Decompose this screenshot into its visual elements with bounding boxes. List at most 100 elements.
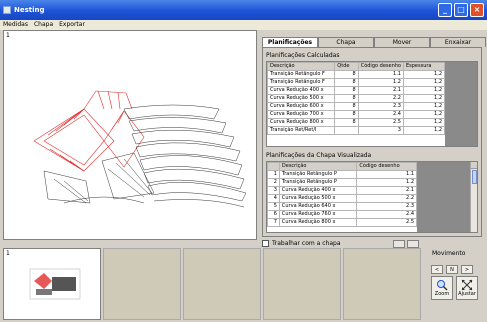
table-row[interactable]: 5 Curva Redução 640 x 2.3 [267,202,417,211]
move-right-button[interactable]: > [461,265,473,274]
cell: 1,2 [402,94,446,103]
table-row[interactable]: Transição Retângulo F 8 1.2 1,2 [267,78,446,87]
planificacoes-panel: Planificações Calculadas Descrição Qtde … [262,47,482,237]
sheet-thumbnail-1[interactable]: 1 [3,248,101,320]
col-descricao[interactable]: Descrição [267,62,336,71]
cell: 8 [334,78,359,87]
menu-bar: Medidas Chapa Exportar [0,20,487,30]
cell: 2.5 [356,218,417,227]
fit-arrows-icon [461,279,473,291]
zoom-button[interactable]: Zoom [431,276,453,300]
next-sheet-button[interactable] [407,240,419,248]
col-descricao[interactable]: Descrição [278,162,358,171]
cell: 1.1 [357,70,404,79]
cell: Curva Redução 500 x [267,94,336,103]
sheet-thumbnail-empty[interactable] [343,248,421,320]
menu-medidas[interactable]: Medidas [3,20,28,30]
cell: 1,2 [402,78,446,87]
move-center-button[interactable]: N [446,265,458,274]
maximize-button[interactable]: □ [454,3,468,17]
close-button[interactable]: × [470,3,484,17]
nested-parts-drawing [33,90,247,208]
chapa-table[interactable]: Descrição Código desenho 1 Transição Retâ… [266,161,478,233]
chapa-scrollbar[interactable] [470,162,477,232]
sheet-thumbnail-empty[interactable] [263,248,341,320]
cell: 1,2 [402,110,446,119]
tab-mover[interactable]: Mover [374,37,430,47]
cell: 2.3 [356,202,417,211]
cell: Curva Redução 640 x [278,202,358,211]
sheet-thumbnails: 1 [3,248,423,320]
cell: Transição Retângulo P [278,170,358,179]
trabalhar-chapa-checkbox[interactable] [262,240,269,247]
menu-exportar[interactable]: Exportar [59,20,85,30]
table-row[interactable]: 3 Curva Redução 400 x 2.1 [267,186,417,195]
table-row[interactable]: 1 Transição Retângulo P 1.1 [267,170,417,179]
cell: 8 [334,94,359,103]
chapa-grid: Descrição Código desenho 1 Transição Retâ… [267,162,417,227]
scroll-up-arrow[interactable] [471,162,477,169]
ajustar-button[interactable]: Ajustar [456,276,478,300]
table-row[interactable]: 6 Curva Redução 760 x 2.4 [267,210,417,219]
cell: Curva Redução 500 x [278,194,358,203]
col-codigo[interactable]: Código desenho [356,162,417,171]
cell: 8 [334,86,359,95]
cell: 8 [334,70,359,79]
cell: 2.5 [357,118,404,127]
table-row[interactable]: Curva Redução 500 x 8 2.2 1,2 [267,94,446,103]
move-left-button[interactable]: < [431,265,443,274]
table-row[interactable]: Curva Redução 600 x 8 2.3 1,2 [267,102,446,111]
cell: 3 [267,186,280,195]
table-row[interactable]: Transição Retângulo F 8 1.1 1,2 [267,70,446,79]
cell: 1,2 [402,102,446,111]
menu-chapa[interactable]: Chapa [34,20,53,30]
window-title: Nesting [14,6,45,14]
col-codigo[interactable]: Código desenho [357,62,404,71]
cell: 5 [267,202,280,211]
table-row[interactable]: Curva Redução 800 x 8 2.5 1,2 [267,118,446,127]
tab-enxaixar[interactable]: Enxaixar [430,37,486,47]
trabalhar-chapa-row: Trabalhar com a chapa [262,240,341,247]
cell: 7 [267,218,280,227]
col-index [267,162,280,171]
cell: 3 [357,126,404,135]
cell: 6 [267,210,280,219]
nesting-canvas[interactable]: 1 [3,30,257,240]
table-row[interactable]: 4 Curva Redução 500 x 2.2 [267,194,417,203]
prev-sheet-button[interactable] [393,240,405,248]
cell: Curva Redução 400 x [278,186,358,195]
movimento-title: Movimento [432,250,466,257]
minimize-button[interactable]: _ [438,3,452,17]
sheet-thumbnail-empty[interactable] [103,248,181,320]
cell: Transição Retângulo F [267,78,336,87]
col-espessura[interactable]: Espessura [402,62,446,71]
cell: 1.1 [356,170,417,179]
cell: Curva Redução 600 x [267,102,336,111]
table-row[interactable]: 7 Curva Redução 800 x 2.5 [267,218,417,227]
planificacoes-label: Planificações Calculadas [266,52,340,59]
tab-chapa[interactable]: Chapa [318,37,374,47]
table-row[interactable]: Curva Redução 400 x 8 2.1 1,2 [267,86,446,95]
cell: 2.1 [356,186,417,195]
cell: 2.1 [357,86,404,95]
col-qtde[interactable]: Qtde [334,62,359,71]
planificacoes-grid: Descrição Qtde Código desenho Espessura … [267,62,446,135]
zoom-label: Zoom [434,291,450,297]
planificacoes-table[interactable]: Descrição Qtde Código desenho Espessura … [266,61,478,147]
grid-empty-area [445,62,477,146]
cell: 2.2 [356,194,417,203]
cell: 1,2 [402,86,446,95]
cell [334,126,359,135]
chapa-label: Planificações da Chapa Visualizada [266,152,372,159]
table-row[interactable]: Transição Ret/Ret/I 3 1,2 [267,126,446,135]
scroll-thumb[interactable] [472,170,477,184]
sheet-thumbnail-empty[interactable] [183,248,261,320]
cell: 8 [334,118,359,127]
cell: 2.4 [356,210,417,219]
magnifier-icon [437,280,448,291]
cell: 1 [267,170,280,179]
thumbnail-preview [29,268,81,300]
table-row[interactable]: 2 Transição Retângulo P 1.2 [267,178,417,187]
cell: 1.2 [357,78,404,87]
table-row[interactable]: Curva Redução 700 x 8 2.4 1,2 [267,110,446,119]
